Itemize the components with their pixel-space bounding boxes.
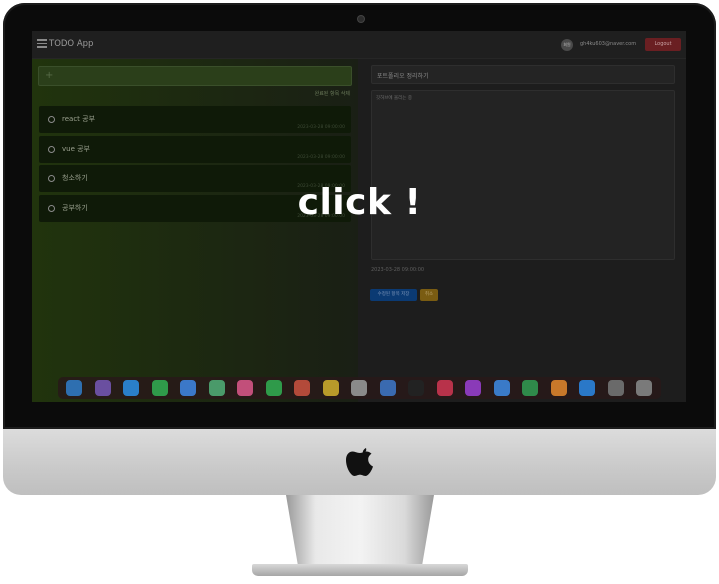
- trash-icon[interactable]: [636, 380, 652, 396]
- todo-date: 2023-03-28 09:00:00: [297, 154, 345, 160]
- imac-stand-base: [252, 564, 468, 576]
- dock: [58, 377, 661, 399]
- todo-checkbox[interactable]: [48, 145, 55, 153]
- cancel-button[interactable]: 취소: [420, 289, 438, 301]
- tv-icon[interactable]: [408, 380, 424, 396]
- save-button[interactable]: 수정된 항목 저장: [370, 289, 417, 301]
- launchpad-icon[interactable]: [94, 380, 111, 396]
- menu-icon[interactable]: [37, 39, 47, 48]
- todo-list-pane: + 완료된 항목 삭제 react 공부 2023-03-28 09:00:00…: [32, 59, 358, 402]
- safari-icon[interactable]: [123, 380, 139, 396]
- click-overlay-text: click !: [297, 182, 422, 223]
- todo-checkbox[interactable]: [48, 116, 55, 123]
- detail-title-text: 포트폴리오 정리하기: [377, 73, 429, 80]
- facetime-icon[interactable]: [265, 380, 282, 396]
- plus-icon: +: [45, 70, 54, 81]
- pages-icon[interactable]: [550, 380, 567, 396]
- detail-body-text: 깃허브에 올리는 중: [376, 96, 412, 101]
- detail-meta: 2023-03-28 09:00:00: [371, 267, 425, 273]
- avatar[interactable]: 회원: [561, 39, 573, 51]
- add-todo-input[interactable]: +: [38, 66, 352, 86]
- reminders-icon[interactable]: [351, 380, 367, 396]
- photos-icon[interactable]: [237, 380, 253, 396]
- app-header: TODO App 회원 gh4ku603@naver.com Logout: [32, 31, 686, 59]
- todo-date: 2023-03-28 09:00:00: [297, 125, 345, 130]
- notes-icon[interactable]: [322, 380, 339, 396]
- freeform-icon[interactable]: [379, 380, 396, 396]
- todo-text: react 공부: [62, 115, 96, 123]
- keynote-icon[interactable]: [493, 380, 510, 396]
- podcasts-icon[interactable]: [465, 380, 481, 396]
- todo-text: vue 공부: [62, 144, 90, 153]
- detail-body-field[interactable]: 깃허브에 올리는 중: [371, 90, 675, 260]
- finder-icon[interactable]: [66, 380, 82, 396]
- todo-item[interactable]: vue 공부 2023-03-28 09:00:00: [39, 135, 351, 163]
- detail-title-field[interactable]: 포트폴리오 정리하기: [371, 65, 675, 84]
- music-icon[interactable]: [436, 380, 453, 396]
- todo-item[interactable]: react 공부 2023-03-28 09:00:00: [39, 106, 351, 133]
- mail-icon[interactable]: [180, 380, 196, 396]
- settings-icon[interactable]: [607, 380, 624, 396]
- clear-done-button[interactable]: 완료된 항목 삭제: [315, 90, 350, 97]
- todo-detail-pane: 포트폴리오 정리하기 깃허브에 올리는 중 2023-03-28 09:00:0…: [358, 59, 686, 402]
- imac-stand: [286, 495, 434, 565]
- calendar-icon[interactable]: [294, 380, 310, 396]
- numbers-icon[interactable]: [522, 380, 538, 396]
- app-title: TODO App: [49, 39, 94, 49]
- app-store-icon[interactable]: [579, 380, 595, 396]
- messages-icon[interactable]: [151, 380, 168, 396]
- user-email: gh4ku603@naver.com: [580, 41, 637, 47]
- logout-button[interactable]: Logout: [645, 38, 681, 51]
- camera-icon: [358, 16, 364, 22]
- todo-checkbox[interactable]: [48, 175, 55, 182]
- maps-icon[interactable]: [208, 380, 225, 396]
- apple-logo-icon: [346, 448, 373, 476]
